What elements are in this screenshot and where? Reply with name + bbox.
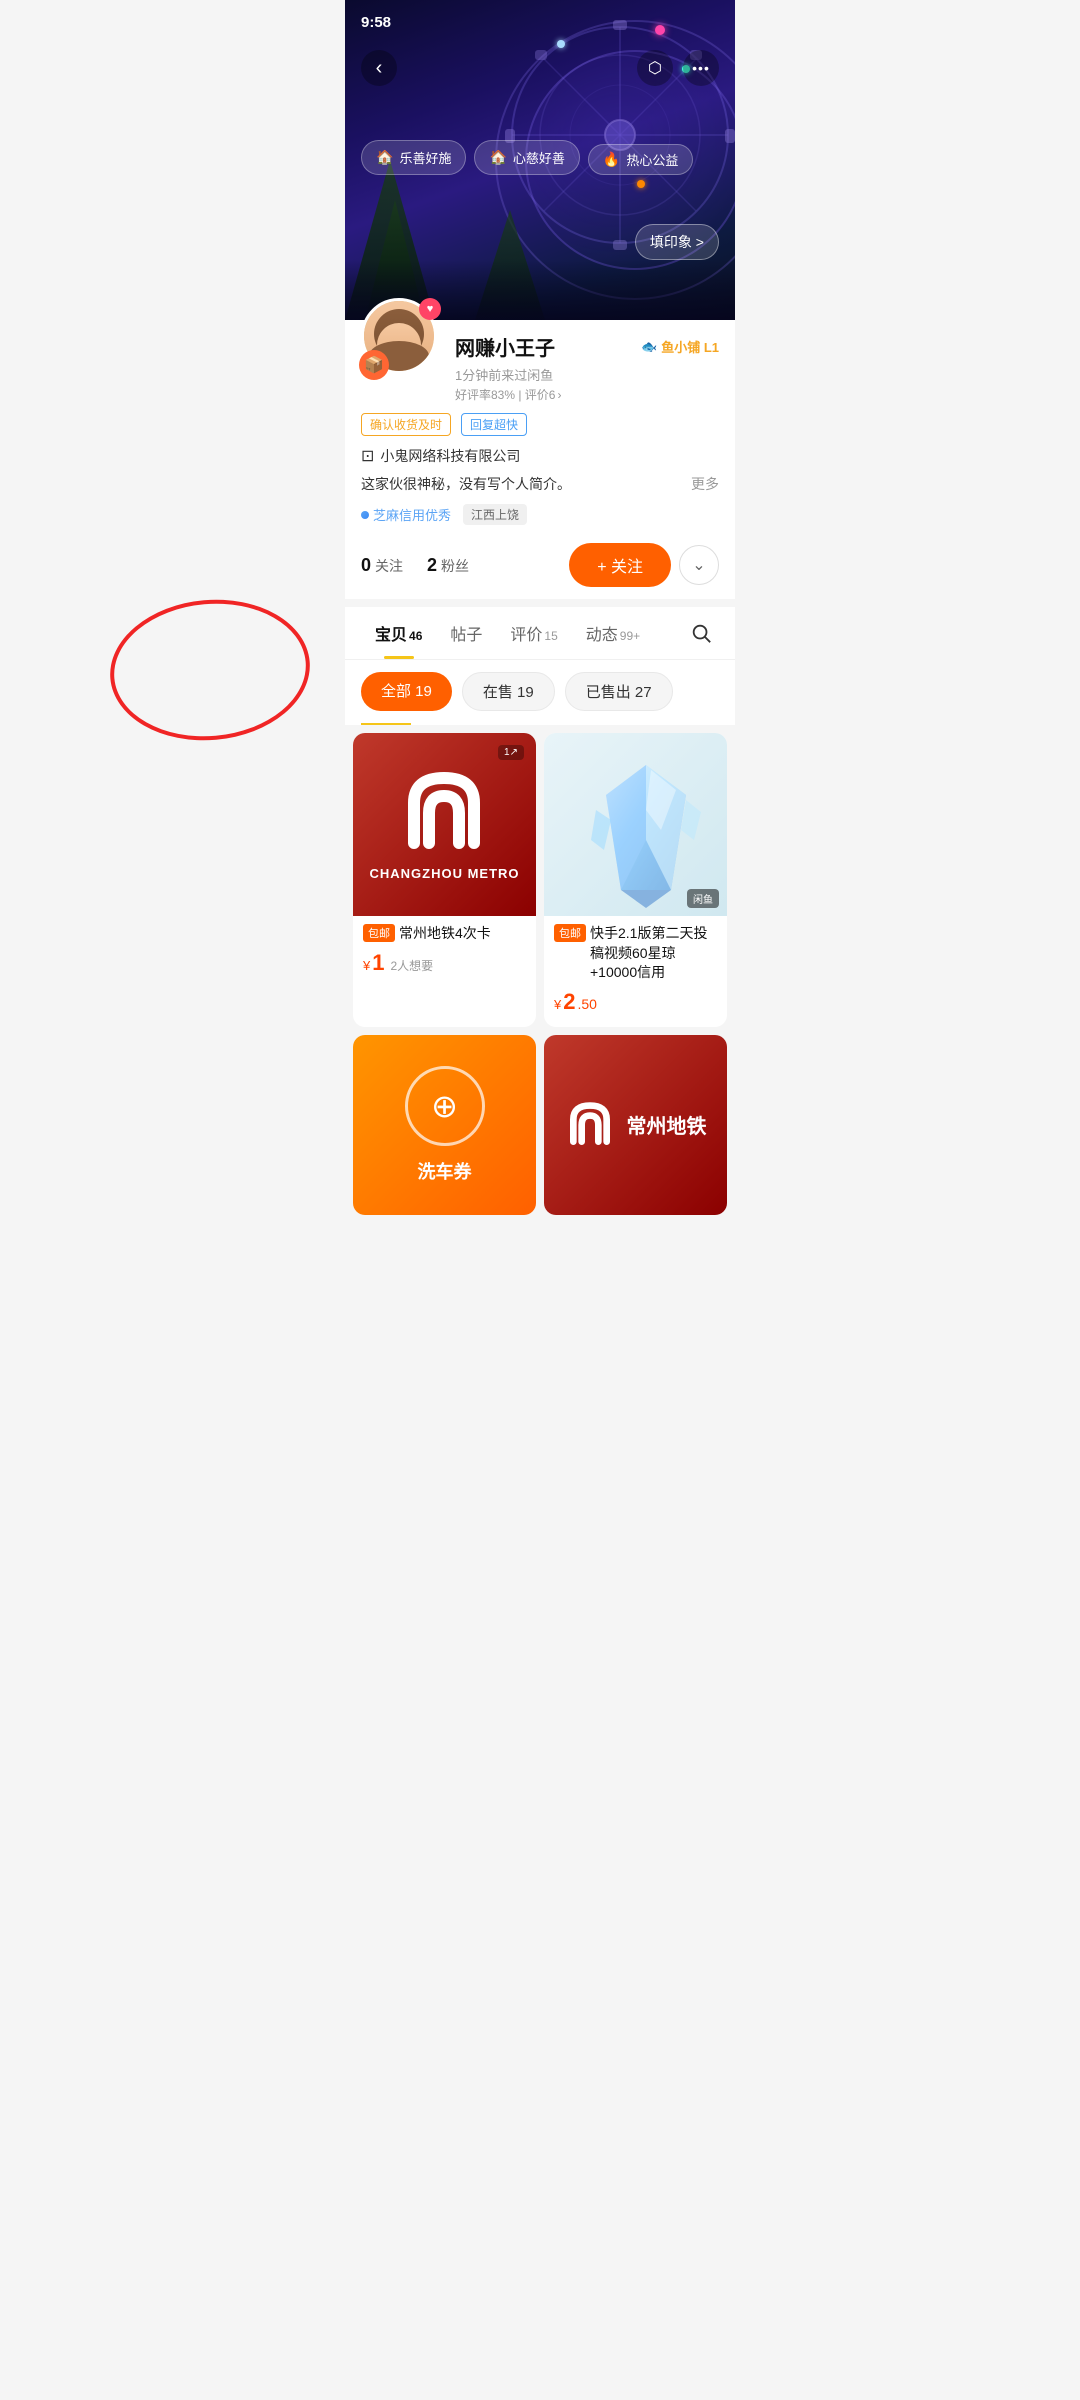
location-tag: 江西上饶 — [463, 504, 527, 525]
profile-name: 网赚小王子 — [455, 332, 555, 361]
profile-info: 网赚小王子 🐟 鱼小铺 L1 1分钟前来过闲鱼 好评率83% | 评价6 › — [455, 328, 719, 403]
fish-icon: 🐟 — [641, 339, 657, 355]
shop-badge-label: 鱼小铺 L1 — [661, 337, 719, 356]
credit-dot-icon — [361, 511, 369, 519]
tab-search-button[interactable] — [683, 615, 719, 651]
product-corner-badge: 闲鱼 — [687, 889, 719, 908]
follow-button[interactable]: + 关注 — [569, 543, 671, 587]
follow-buttons: + 关注 ⌄ — [569, 543, 719, 587]
product-corner-label: 1↗ — [498, 745, 524, 760]
circle-annotation — [104, 592, 315, 749]
badge-charity: 🔥 热心公益 — [588, 144, 693, 175]
credit-row: 芝麻信用优秀 江西上饶 — [361, 498, 719, 531]
chevron-right-icon: › — [557, 388, 561, 402]
bao-badge: 包邮 — [363, 924, 395, 942]
tab-activity[interactable]: 动态99+ — [572, 607, 654, 659]
company-icon: ⊡ — [361, 446, 374, 466]
wash-icon: ⊕ — [431, 1087, 458, 1125]
product-title-metro: 常州地铁4次卡 — [399, 924, 491, 944]
tabs-row: 宝贝46 帖子 评价15 动态99+ — [345, 607, 735, 660]
badge-lez: 🏠 乐善好施 — [361, 140, 466, 175]
following-label: 关注 — [375, 556, 403, 576]
product-card-wash[interactable]: ⊕ 洗车券 — [353, 1035, 536, 1215]
sub-tabs: 全部 19 在售 19 已售出 27 — [345, 660, 735, 723]
tag-delivery: 确认收货及时 — [361, 413, 451, 436]
shop-badge[interactable]: 🐟 鱼小铺 L1 — [641, 337, 719, 356]
product-price-crystal: ¥ 2 .50 — [554, 989, 717, 1015]
tab-posts[interactable]: 帖子 — [436, 607, 496, 659]
hero-section: 9:58 ‹ ⬡ ••• 🏠 乐善好施 🏠 心慈好善 🔥 热心公益 — [345, 0, 735, 320]
product-title-crystal: 快手2.1版第二天投稿视频60星琼+10000信用 — [590, 924, 717, 983]
share-icon: ⬡ — [648, 58, 662, 78]
tag-reply: 回复超快 — [461, 413, 527, 436]
product-grid: CHANGZHOU METRO 1↗ 包邮 常州地铁4次卡 ¥ 1 2人想要 — [345, 725, 735, 1035]
badge-tags-container: 🏠 乐善好施 🏠 心慈好善 🔥 热心公益 — [345, 140, 735, 175]
avatar-wrap: 📦 ♥ — [361, 298, 441, 378]
followers-label: 粉丝 — [441, 556, 469, 576]
tab-baobei[interactable]: 宝贝46 — [361, 607, 436, 659]
bottom-product-grid: ⊕ 洗车券 常州地铁 — [345, 1035, 735, 1223]
tab-reviews[interactable]: 评价15 — [496, 607, 571, 659]
product-info-metro: 包邮 常州地铁4次卡 ¥ 1 2人想要 — [353, 916, 536, 988]
share-button[interactable]: ⬡ — [637, 50, 673, 86]
metro2-label: 常州地铁 — [627, 1110, 707, 1139]
sub-tab-sold[interactable]: 已售出 27 — [565, 672, 673, 711]
nav-bar: ‹ ⬡ ••• — [345, 44, 735, 92]
search-icon — [690, 622, 712, 644]
metro-symbol-svg — [399, 768, 489, 858]
metro2-image: 常州地铁 — [544, 1035, 727, 1215]
product-image-crystal: 闲鱼 — [544, 733, 727, 916]
profile-last-seen: 1分钟前来过闲鱼 — [455, 365, 719, 384]
following-item[interactable]: 0 关注 — [361, 555, 403, 576]
bao-badge-crystal: 包邮 — [554, 924, 586, 942]
badge-ciz: 🏠 心慈好善 — [474, 140, 579, 175]
sub-tab-onsale[interactable]: 在售 19 — [462, 672, 555, 711]
more-icon: ••• — [692, 60, 710, 76]
sub-tab-all[interactable]: 全部 19 — [361, 672, 452, 711]
status-bar: 9:58 — [345, 0, 735, 44]
product-info-crystal: 包邮 快手2.1版第二天投稿视频60星琼+10000信用 ¥ 2 .50 — [544, 916, 727, 1027]
metro2-symbol — [565, 1095, 615, 1155]
product-price-metro: ¥ 1 2人想要 — [363, 950, 526, 976]
heart-badge: ♥ — [419, 298, 441, 320]
product-card-metro2[interactable]: 常州地铁 — [544, 1035, 727, 1215]
follow-stats: 0 关注 2 粉丝 — [361, 555, 469, 576]
avatar-decoration: 📦 — [359, 350, 389, 380]
product-card-crystal[interactable]: 闲鱼 包邮 快手2.1版第二天投稿视频60星琼+10000信用 ¥ 2 .50 — [544, 733, 727, 1027]
followers-count: 2 — [427, 555, 437, 576]
credit-sesame[interactable]: 芝麻信用优秀 — [361, 505, 451, 524]
bio-more-button[interactable]: 更多 — [691, 474, 719, 494]
profile-section: 📦 ♥ 网赚小王子 🐟 鱼小铺 L1 1分钟前来过闲鱼 好评率83% | 评价6… — [345, 320, 735, 599]
back-button[interactable]: ‹ — [361, 50, 397, 86]
crystal-shape — [586, 760, 686, 890]
product-card-metro[interactable]: CHANGZHOU METRO 1↗ 包邮 常州地铁4次卡 ¥ 1 2人想要 — [353, 733, 536, 1027]
bio-row: 这家伙很神秘，没有写个人简介。 更多 — [361, 470, 719, 498]
chevron-down-icon: ⌄ — [692, 555, 705, 575]
following-count: 0 — [361, 555, 371, 576]
profile-top: 📦 ♥ 网赚小王子 🐟 鱼小铺 L1 1分钟前来过闲鱼 好评率83% | 评价6… — [361, 320, 719, 403]
back-icon: ‹ — [376, 57, 383, 80]
product-image-metro: CHANGZHOU METRO 1↗ — [353, 733, 536, 916]
profile-rating[interactable]: 好评率83% | 评价6 › — [455, 386, 719, 403]
profile-tags: 确认收货及时 回复超快 — [361, 403, 719, 442]
bio-text: 这家伙很神秘，没有写个人简介。 — [361, 474, 571, 494]
impression-button[interactable]: 填印象 > — [635, 224, 719, 260]
company-row: ⊡ 小鬼网络科技有限公司 — [361, 442, 719, 470]
company-name: 小鬼网络科技有限公司 — [380, 446, 520, 466]
crystal-svg — [586, 760, 706, 910]
tabs-section: 宝贝46 帖子 评价15 动态99+ 全部 19 在售 19 已售出 27 — [345, 607, 735, 725]
followers-item[interactable]: 2 粉丝 — [427, 555, 469, 576]
more-actions-button[interactable]: ⌄ — [679, 545, 719, 585]
follow-row: 0 关注 2 粉丝 + 关注 ⌄ — [361, 531, 719, 599]
metro-logo: CHANGZHOU METRO — [369, 768, 519, 881]
wash-circle: ⊕ — [405, 1066, 485, 1146]
status-time: 9:58 — [361, 14, 391, 31]
wash-label: 洗车券 — [418, 1158, 472, 1184]
wash-card-image: ⊕ 洗车券 — [353, 1035, 536, 1215]
more-button[interactable]: ••• — [683, 50, 719, 86]
metro-text-changzhou: CHANGZHOU METRO — [369, 866, 519, 881]
